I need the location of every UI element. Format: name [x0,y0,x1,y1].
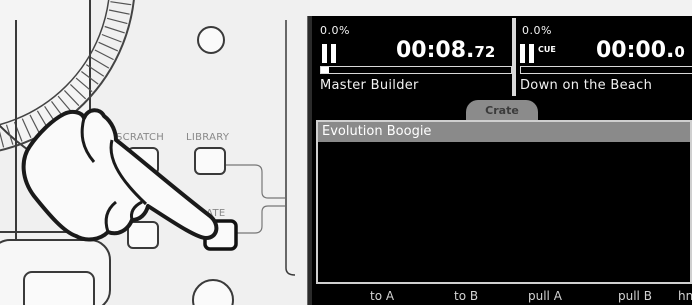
platter-ridge [110,1,132,6]
deck-a-time-main: 00:08. [396,38,475,63]
deck-b-time: 00:00.0 [596,38,685,63]
softkey-to-a[interactable]: to A [370,289,394,303]
crate-list: Evolution Boogie [316,120,692,284]
platter-ridge [101,33,122,43]
deck-b-panel: 0.0% CUE 00:00.0 Down on the Beach [518,16,692,96]
deck-b-time-main: 00:00. [596,38,675,63]
library-label: LIBRARY [186,132,230,143]
platter-ridge [90,56,110,69]
platter-ridge [108,9,130,15]
softkey-to-b[interactable]: to B [454,289,478,303]
mixer-frame-line [285,20,296,276]
deck-b-progress-bar[interactable] [520,66,692,74]
softkey-bar: to A to B pull A pull B hn [312,289,692,305]
softkey-pull-a[interactable]: pull A [528,289,562,303]
list-item[interactable]: Evolution Boogie [318,122,690,142]
bottom-knob[interactable] [192,279,234,305]
platter-ridge [98,41,119,52]
deck-a-track-title: Master Builder [320,78,419,93]
deck-a-pitch: 0.0% [320,24,350,37]
deck-b-cue-label: CUE [538,45,556,54]
deck-b-pause-icon [520,44,534,63]
deck-a-pause-icon [322,44,336,63]
platter-ridge [104,25,125,34]
deck-b-time-ms: 0 [674,43,685,61]
platter-ridge [106,17,128,25]
deck-a-time-ms: 72 [474,43,496,61]
connector-line [225,164,285,199]
deck-a-panel: 0.0% 00:08.72 Master Builder [316,16,516,96]
pad-button[interactable] [23,271,95,305]
deck-a-progress-bar[interactable] [320,66,512,74]
softkey-pull-b[interactable]: pull B [618,289,652,303]
display-screen: 0.0% 00:08.72 Master Builder 0.0% CUE 00… [308,16,692,305]
deck-divider [512,18,516,96]
deck-a-time: 00:08.72 [396,38,495,63]
scratch-label: SCRATCH [116,132,164,143]
platter-ridge [94,49,114,61]
connector-line [236,205,285,234]
softkey-extra[interactable]: hn [678,289,692,303]
deck-b-track-title: Down on the Beach [520,78,653,93]
controller-illustration: SCRATCH LIBRARY CRATE [0,0,309,305]
tab-crate[interactable]: Crate [466,100,538,120]
deck-b-pitch: 0.0% [522,24,552,37]
encoder-knob[interactable] [197,26,225,54]
controller-panel: SCRATCH LIBRARY CRATE [0,0,310,305]
left-function-button[interactable] [127,221,159,249]
library-button[interactable] [194,147,226,175]
